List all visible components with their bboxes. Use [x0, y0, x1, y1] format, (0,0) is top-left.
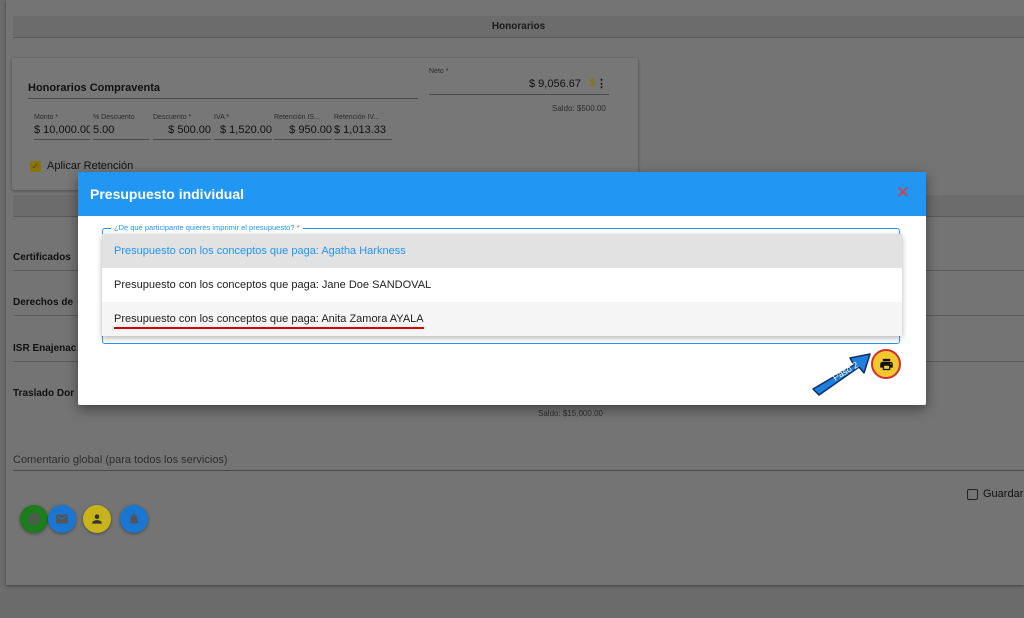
notification-button[interactable]	[120, 505, 148, 533]
iva-value: $ 1,520.00	[214, 121, 272, 140]
neto-field[interactable]: $ 9,056.67 $ ⋮	[429, 78, 609, 95]
descuento-pct-label: % Descuento	[93, 114, 135, 121]
monto-value: $ 10,000.00	[34, 121, 90, 140]
participant-dropdown: Presupuesto con los conceptos que paga: …	[102, 234, 902, 336]
iva-label: IVA *	[214, 114, 230, 121]
saldo-traslado: Saldo: $15,000.00	[538, 409, 603, 418]
section-header-honorarios: Honorarios	[13, 16, 1024, 38]
option-jane[interactable]: Presupuesto con los conceptos que paga: …	[102, 268, 902, 302]
descuento-pct-field[interactable]: % Descuento 5.00	[93, 114, 149, 140]
print-button[interactable]	[871, 349, 901, 379]
aplicar-retencion-label: Aplicar Retención	[47, 160, 134, 172]
close-icon[interactable]: ✕	[896, 184, 910, 202]
more-vert-icon[interactable]: ⋮	[596, 77, 607, 90]
option-anita[interactable]: Presupuesto con los conceptos que paga: …	[102, 302, 902, 336]
bell-icon	[129, 513, 139, 525]
honorarios-card: Honorarios Compraventa Neto * $ 9,056.67…	[12, 58, 638, 190]
required-mark: *	[296, 223, 300, 232]
saldo-label: Saldo: $500.00	[552, 104, 606, 113]
presupuesto-dialog: Presupuesto individual ✕ ¿De qué partici…	[78, 172, 926, 405]
email-icon	[56, 514, 68, 524]
select-label: ¿De qué participante quieres imprimir el…	[111, 223, 303, 232]
monto-field[interactable]: Monto * $ 10,000.00	[34, 114, 90, 140]
check-icon[interactable]: ✓	[30, 160, 41, 172]
monto-label: Monto *	[34, 114, 59, 121]
dialog-header: Presupuesto individual ✕	[78, 172, 926, 216]
retencion-isr-label: Retención IS...	[274, 114, 320, 121]
iva-field[interactable]: IVA * $ 1,520.00	[214, 114, 272, 140]
neto-label: Neto *	[429, 68, 449, 75]
email-button[interactable]	[48, 505, 76, 533]
person-icon	[92, 514, 102, 524]
dialog-title: Presupuesto individual	[90, 186, 245, 202]
neto-value: $ 9,056.67	[529, 78, 581, 90]
descuento-label: Descuento *	[153, 114, 192, 121]
guardar-checkbox[interactable]: Guardar	[967, 488, 1023, 500]
retencion-isr-value: $ 950.00	[274, 121, 332, 140]
print-icon	[879, 358, 893, 370]
option-anita-label: Presupuesto con los conceptos que paga: …	[114, 313, 424, 329]
dollar-icon[interactable]: $	[589, 78, 595, 89]
checkbox-icon[interactable]	[967, 488, 978, 500]
whatsapp-icon	[28, 513, 40, 525]
aplicar-retencion-checkbox[interactable]: ✓ Aplicar Retención	[30, 160, 133, 172]
guardar-label: Guardar	[983, 488, 1024, 500]
option-agatha[interactable]: Presupuesto con los conceptos que paga: …	[102, 234, 902, 268]
whatsapp-button[interactable]	[20, 505, 48, 533]
retencion-isr-field[interactable]: Retención IS... $ 950.00	[274, 114, 332, 140]
descuento-field[interactable]: Descuento * $ 500.00	[153, 114, 211, 140]
person-button[interactable]	[83, 505, 111, 533]
select-label-text: ¿De qué participante quieres imprimir el…	[114, 223, 295, 232]
descuento-pct-value: 5.00	[93, 121, 149, 140]
retencion-iva-field[interactable]: Retención IV... $ 1,013.33	[334, 114, 392, 140]
paso-2-label: Paso 2	[831, 360, 860, 383]
card-title: Honorarios Compraventa	[28, 82, 418, 99]
paso-2-arrow: Paso 2	[812, 353, 871, 396]
retencion-iva-value: $ 1,013.33	[334, 121, 392, 140]
comment-field[interactable]: Comentario global (para todos los servic…	[13, 454, 1024, 471]
descuento-value: $ 500.00	[153, 121, 211, 140]
retencion-iva-label: Retención IV...	[334, 114, 380, 121]
